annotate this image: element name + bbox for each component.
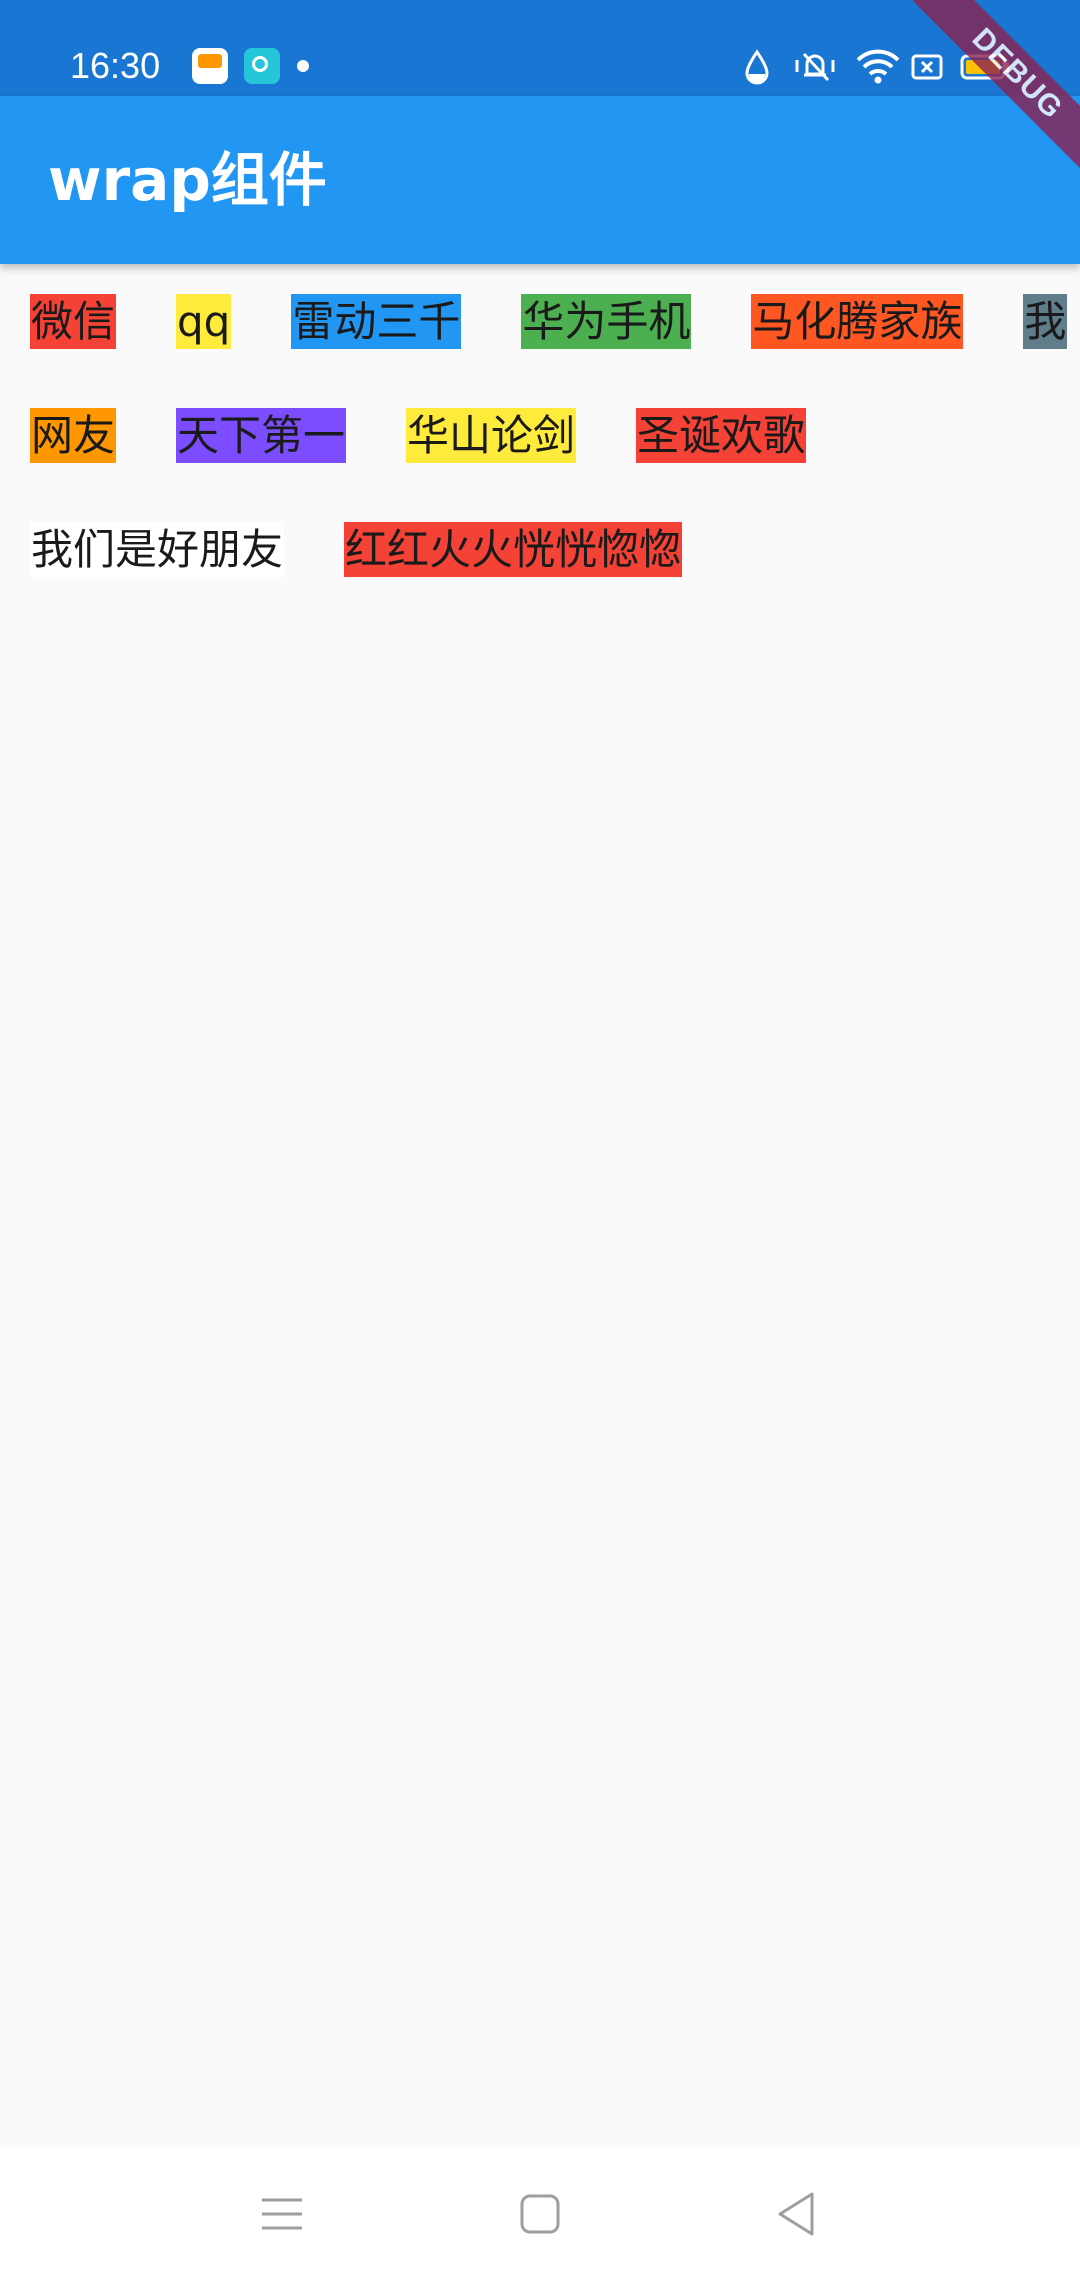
- chip: 网友: [30, 408, 117, 463]
- chip: qq: [176, 294, 232, 349]
- chip: 马化腾家族: [751, 294, 964, 349]
- chip: 我们是好朋友: [30, 522, 285, 577]
- game-center-icon: [244, 48, 280, 84]
- app-screen: 16:30 DEBUG wrap组件 微信 qq 雷动三千 华为手机 马化腾家族…: [0, 0, 1080, 2280]
- chip: 华为手机: [521, 294, 692, 349]
- app-bar: wrap组件: [0, 96, 1080, 264]
- system-nav-bar: [0, 2148, 1080, 2280]
- status-time: 16:30: [70, 45, 161, 86]
- chip: 圣诞欢歌: [636, 408, 807, 463]
- chip: 雷动三千: [291, 294, 462, 349]
- home-square-icon[interactable]: [510, 2184, 570, 2244]
- back-triangle-icon[interactable]: [766, 2184, 826, 2244]
- page-title: wrap组件: [48, 146, 327, 214]
- water-drop-icon: [744, 46, 770, 86]
- nfc-icon: [910, 46, 944, 86]
- chip: 天下第一: [176, 408, 347, 463]
- wrap-container: 微信 qq 雷动三千 华为手机 马化腾家族 我 网友 天下第一 华山论剑 圣诞欢…: [30, 294, 1080, 577]
- chip: 华山论剑: [406, 408, 577, 463]
- status-bar: 16:30: [0, 0, 1080, 96]
- chip: 微信: [30, 294, 117, 349]
- notification-dot-icon: [297, 60, 309, 72]
- wifi-icon: [856, 46, 900, 86]
- vibrate-mute-icon: [790, 46, 840, 86]
- chip: 红红火火恍恍惚惚: [344, 522, 683, 577]
- chip: 我: [1023, 294, 1068, 349]
- app-store-icon: [192, 48, 228, 84]
- menu-icon[interactable]: [252, 2184, 312, 2244]
